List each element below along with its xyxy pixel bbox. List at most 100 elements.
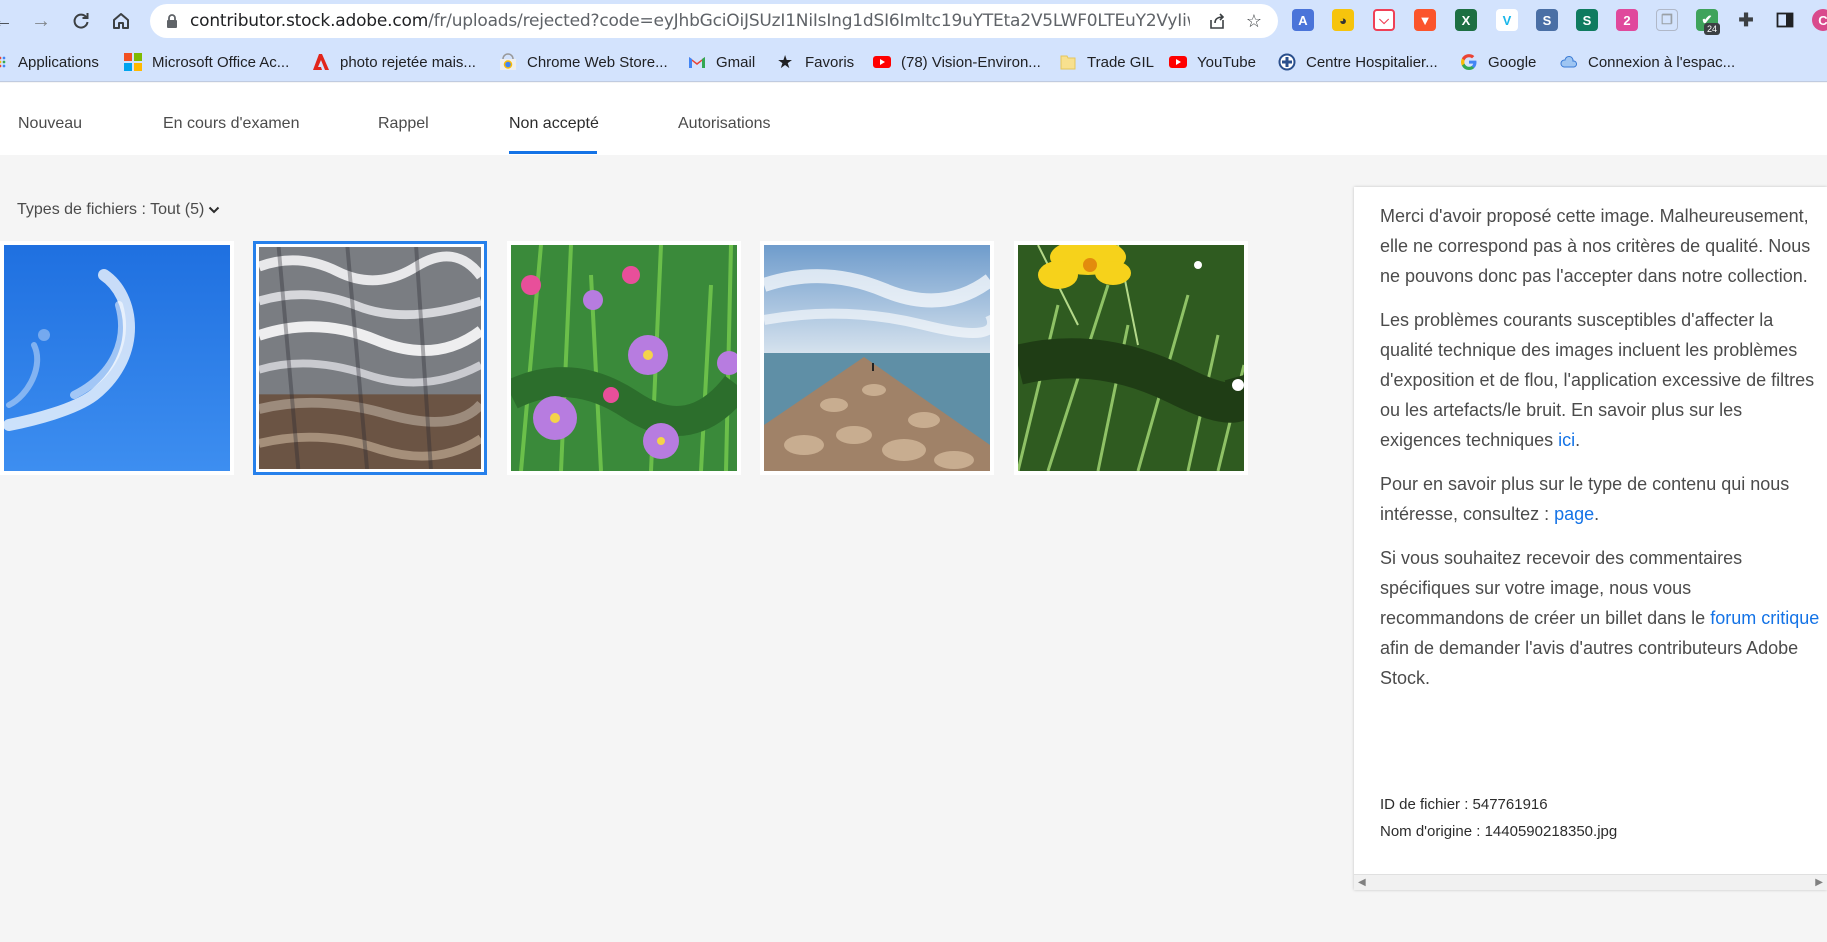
copy-extension-icon[interactable]: ❐ <box>1656 9 1678 31</box>
original-file-name: Nom d'origine : 1440590218350.jpg <box>1380 823 1618 840</box>
thumbnail-image-sky <box>4 245 230 471</box>
bookmark-vision-environ[interactable]: (78) Vision-Environ... <box>873 50 1041 74</box>
cloud-login-icon <box>1560 56 1578 68</box>
thumbnail-card[interactable] <box>0 241 234 475</box>
bookmark-chrome-web-store[interactable]: Chrome Web Store... <box>499 50 668 74</box>
rejection-paragraph-1: Merci d'avoir proposé cette image. Malhe… <box>1380 206 1811 286</box>
pacman-extension-icon[interactable]: ◕ <box>1332 9 1354 31</box>
thumbnail-card[interactable] <box>507 241 741 475</box>
tab-nouveau[interactable]: Nouveau <box>18 83 82 155</box>
paragraph-text: afin de demander l'avis d'autres contrib… <box>1380 638 1799 688</box>
bookmark-label: Centre Hospitalier... <box>1306 53 1438 71</box>
pocket-extension-icon[interactable]: ⌵ <box>1373 9 1395 31</box>
thumbnail-image-yellow-flower <box>1018 245 1244 471</box>
forward-button[interactable]: → <box>28 8 54 34</box>
excel-extension-icon[interactable]: X <box>1455 9 1477 31</box>
thumbnail-card-selected[interactable] <box>253 241 487 475</box>
share-icon[interactable] <box>1206 10 1228 32</box>
bookmark-star-icon[interactable]: ☆ <box>1243 10 1265 32</box>
adobe-logo-icon <box>313 54 329 70</box>
chevron-down-icon <box>208 203 220 217</box>
url-host: contributor.stock.adobe.com <box>190 11 429 31</box>
active-tab-indicator <box>509 151 597 154</box>
bookmark-label: Applications <box>18 53 99 71</box>
forum-critique-link[interactable]: forum critique <box>1710 608 1819 628</box>
file-id: ID de fichier : 547761916 <box>1380 796 1548 813</box>
bookmark-applications[interactable]: Applications <box>0 50 99 74</box>
reload-button[interactable] <box>68 8 94 34</box>
rejection-details-panel: Merci d'avoir proposé cette image. Malhe… <box>1354 187 1827 890</box>
youtube-icon <box>873 56 891 68</box>
youtube-icon <box>1169 56 1187 68</box>
folder-icon <box>1060 55 1076 70</box>
bookmark-favoris[interactable]: ★ Favoris <box>777 50 854 74</box>
microsoft-logo-icon <box>124 53 142 71</box>
scroll-left-icon[interactable]: ◀ <box>1358 877 1366 888</box>
bookmark-label: photo rejetée mais... <box>340 53 476 71</box>
bookmark-google[interactable]: Google <box>1460 50 1536 74</box>
thumbnail-card[interactable] <box>1014 241 1248 475</box>
bookmark-centre-hospitalier[interactable]: Centre Hospitalier... <box>1278 50 1438 74</box>
home-button[interactable] <box>108 8 134 34</box>
rejection-paragraph-4: Si vous souhaitez recevoir des commentai… <box>1380 543 1820 693</box>
horizontal-scrollbar[interactable]: ◀ ▶ <box>1354 874 1827 890</box>
bookmark-microsoft-office[interactable]: Microsoft Office Ac... <box>124 50 289 74</box>
paragraph-text: . <box>1575 430 1581 450</box>
tab-rappel[interactable]: Rappel <box>378 83 429 155</box>
bookmark-gmail[interactable]: Gmail <box>688 50 755 74</box>
number2-extension-icon[interactable]: 2 <box>1616 9 1638 31</box>
file-metadata: ID de fichier : 547761916 Nom d'origine … <box>1380 791 1617 845</box>
paragraph-text: Si vous souhaitez recevoir des commentai… <box>1380 548 1743 628</box>
tab-en-cours-examen[interactable]: En cours d'examen <box>163 83 299 155</box>
file-type-filter[interactable]: Types de fichiers : Tout (5) <box>17 201 220 219</box>
thumbnail-image-cosmos-flowers <box>511 245 737 471</box>
browser-toolbar: ← → contributor.stock.adobe.com/fr/uploa… <box>0 0 1827 42</box>
tab-autorisations[interactable]: Autorisations <box>678 83 771 155</box>
paragraph-text: . <box>1594 504 1600 524</box>
vimeo-extension-icon[interactable]: V <box>1496 9 1518 31</box>
bookmark-label: Google <box>1488 53 1537 71</box>
extension-badge: 24 <box>1704 23 1721 35</box>
file-type-filter-label: Types de fichiers : Tout (5) <box>17 201 205 218</box>
address-bar[interactable]: contributor.stock.adobe.com/fr/uploads/r… <box>150 4 1278 38</box>
thumbnail-image-jetty <box>764 245 990 471</box>
bookmark-label: Favoris <box>805 53 855 71</box>
bookmark-label: Microsoft Office Ac... <box>152 53 290 71</box>
bookmark-label: Trade GIL <box>1087 53 1154 71</box>
url-path: /fr/uploads/rejected?code=eyJhbGciOiJSUz… <box>428 11 1190 31</box>
bookmark-photo-rejetee[interactable]: photo rejetée mais... <box>312 50 476 74</box>
thumbnail-card[interactable] <box>760 241 994 475</box>
rejection-message: Merci d'avoir proposé cette image. Malhe… <box>1380 201 1820 707</box>
translate-extension-icon[interactable]: A <box>1292 9 1314 31</box>
reload-icon <box>73 13 89 29</box>
tab-non-accepte[interactable]: Non accepté <box>509 83 599 155</box>
profile-avatar[interactable]: C <box>1812 9 1827 31</box>
side-panel-icon[interactable] <box>1774 9 1796 31</box>
s-extension-icon[interactable]: S <box>1536 9 1558 31</box>
url-text[interactable]: contributor.stock.adobe.com/fr/uploads/r… <box>190 4 1190 38</box>
technical-requirements-link[interactable]: ici <box>1558 430 1575 450</box>
content-page-link[interactable]: page <box>1554 504 1594 524</box>
gmail-icon <box>689 57 705 68</box>
star-icon: ★ <box>777 52 794 72</box>
google-icon <box>1461 54 1477 70</box>
bookmark-trade-gil[interactable]: Trade GIL <box>1059 50 1154 74</box>
bookmark-youtube[interactable]: YouTube <box>1169 50 1256 74</box>
back-button[interactable]: ← <box>0 8 16 34</box>
stock-extension-icon[interactable]: S <box>1576 9 1598 31</box>
apps-grid-icon <box>0 56 6 68</box>
home-icon <box>113 13 129 29</box>
bookmark-label: Chrome Web Store... <box>527 53 668 71</box>
bookmark-connexion-espace[interactable]: Connexion à l'espac... <box>1560 50 1735 74</box>
chrome-web-store-icon <box>500 53 516 70</box>
bookmark-label: (78) Vision-Environ... <box>901 53 1041 71</box>
bookmark-label: YouTube <box>1197 53 1256 71</box>
scroll-right-icon[interactable]: ▶ <box>1815 877 1823 888</box>
uploads-tabs: Nouveau En cours d'examen Rappel Non acc… <box>0 83 1827 155</box>
lock-icon <box>167 14 177 28</box>
puzzle-extensions-icon[interactable]: ✚ <box>1735 9 1757 31</box>
brave-extension-icon[interactable]: ▼ <box>1414 9 1436 31</box>
bookmark-label: Gmail <box>716 53 756 71</box>
paragraph-text: Les problèmes courants susceptibles d'af… <box>1380 310 1815 450</box>
rejection-paragraph-2: Les problèmes courants susceptibles d'af… <box>1380 305 1820 455</box>
